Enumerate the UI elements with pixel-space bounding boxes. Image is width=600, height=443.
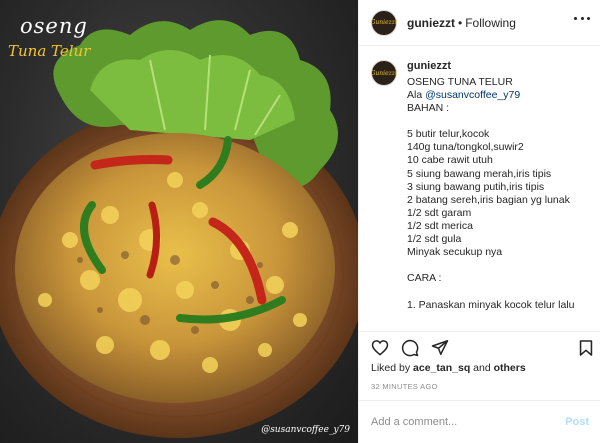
- avatar[interactable]: Guniezzt: [370, 9, 398, 36]
- post-timestamp[interactable]: 32 MINUTES AGO: [371, 382, 438, 391]
- comment-icon[interactable]: [401, 339, 419, 357]
- caption-line: 1/2 sdt garam: [407, 206, 472, 219]
- caption-area[interactable]: Guniezzt guniezzt OSENG TUNA TELUR Ala @…: [359, 46, 600, 331]
- caption: guniezzt OSENG TUNA TELUR Ala @susanvcof…: [407, 60, 575, 312]
- likes-others-link[interactable]: others: [494, 362, 526, 374]
- caption-line: Minyak secukup nya: [407, 246, 503, 259]
- caption-line: BAHAN :: [407, 102, 450, 114]
- action-bar: [359, 331, 600, 361]
- avatar-logo-text: Guniezzt: [370, 19, 398, 26]
- photo-title-text: oseng: [20, 14, 88, 38]
- caption-username[interactable]: guniezzt: [407, 60, 575, 74]
- food-illustration: [0, 20, 358, 438]
- bookmark-icon[interactable]: [579, 339, 593, 357]
- heart-icon[interactable]: [371, 339, 389, 356]
- caption-line: 1/2 sdt gula: [407, 233, 462, 246]
- caption-line: 10 cabe rawit utuh: [407, 154, 493, 167]
- post-header: Guniezzt guniezzt • Following: [359, 0, 600, 46]
- photo-subtitle-text: Tuna Telur: [8, 42, 91, 60]
- caption-line: CARA :: [407, 272, 442, 285]
- liked-by-user-link[interactable]: ace_tan_sq: [413, 362, 470, 374]
- header-separator: •: [458, 15, 463, 30]
- share-icon[interactable]: [431, 339, 449, 356]
- caption-line-mention: Ala @susanvcoffee_y79: [407, 88, 521, 101]
- more-options-icon[interactable]: [574, 17, 590, 21]
- caption-line: 1/2 sdt merica: [407, 220, 473, 232]
- caption-line: 3 siung bawang putih,iris tipis: [407, 180, 545, 193]
- caption-line: OSENG TUNA TELUR: [407, 75, 513, 88]
- header-username[interactable]: guniezzt: [407, 16, 455, 30]
- comment-bar: Post: [359, 400, 600, 443]
- likes-summary: Liked by ace_tan_sq and others: [371, 362, 526, 374]
- comment-input[interactable]: [371, 416, 566, 428]
- caption-line: 5 siung bawang merah,iris tipis: [407, 167, 552, 180]
- caption-avatar-logo-text: Guniezzt: [370, 69, 398, 77]
- post-comment-button[interactable]: Post: [565, 416, 589, 428]
- caption-line: 5 butir telur,kocok: [407, 128, 490, 141]
- likes-middle: and: [470, 362, 494, 374]
- post-panel: Guniezzt guniezzt • Following Guniezzt g…: [358, 0, 600, 443]
- caption-avatar[interactable]: Guniezzt: [371, 60, 397, 86]
- photo-watermark: @susanvcoffee_y79: [261, 425, 350, 435]
- likes-prefix: Liked by: [371, 362, 414, 374]
- caption-line: 140g tuna/tongkol,suwir2: [407, 141, 524, 154]
- post-photo[interactable]: oseng Tuna Telur @susanvcoffee_y79: [0, 0, 358, 443]
- following-button[interactable]: Following: [465, 16, 516, 30]
- mention-link[interactable]: @susanvcoffee_y79: [425, 89, 520, 101]
- caption-line: 2 batang sereh,iris bagian yg lunak: [407, 193, 570, 206]
- caption-line: 1. Panaskan minyak kocok telur lalu: [407, 298, 575, 311]
